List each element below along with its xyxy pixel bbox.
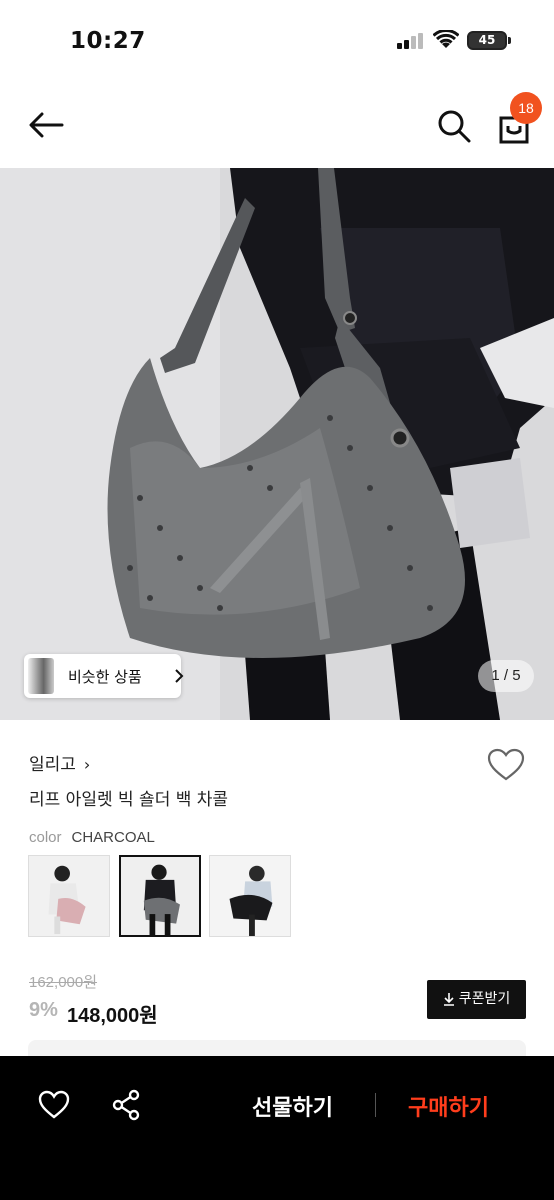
gift-button[interactable]: 선물하기 bbox=[252, 1090, 333, 1122]
chevron-right-icon bbox=[175, 669, 184, 683]
color-label: color bbox=[29, 829, 62, 846]
signal-icon bbox=[397, 33, 423, 49]
brand-name: 일리고 bbox=[29, 755, 76, 775]
status-time: 10:27 bbox=[70, 28, 146, 54]
bottom-action-bar: 선물하기 구매하기 bbox=[0, 1056, 554, 1200]
coupon-label: 쿠폰받기 bbox=[458, 991, 511, 1007]
status-bar: 10:27 45 bbox=[0, 0, 554, 80]
buy-button[interactable]: 구매하기 bbox=[408, 1090, 489, 1122]
coupon-download-button[interactable]: 쿠폰받기 bbox=[427, 980, 526, 1019]
product-title: 리프 아일렛 빅 숄더 백 차콜 bbox=[29, 790, 229, 810]
color-swatch-black[interactable] bbox=[209, 855, 291, 937]
heart-icon[interactable] bbox=[487, 748, 525, 782]
swatch-image bbox=[121, 857, 199, 935]
search-icon[interactable] bbox=[436, 108, 472, 144]
action-divider bbox=[375, 1093, 376, 1117]
battery-tip bbox=[508, 37, 511, 44]
color-option-row: color CHARCOAL bbox=[29, 829, 155, 846]
app-header bbox=[0, 80, 554, 168]
battery-icon: 45 bbox=[467, 31, 507, 50]
heart-icon[interactable] bbox=[38, 1090, 70, 1120]
image-counter: 1 / 5 bbox=[478, 660, 534, 692]
product-photo bbox=[0, 168, 554, 720]
color-value: CHARCOAL bbox=[71, 829, 155, 846]
color-swatch-charcoal[interactable] bbox=[119, 855, 201, 937]
chevron-right-icon: › bbox=[83, 755, 91, 774]
back-arrow-icon[interactable] bbox=[26, 108, 66, 142]
color-swatch-pink[interactable] bbox=[28, 855, 110, 937]
discount-rate: 9% bbox=[29, 999, 58, 1021]
similar-products-button[interactable]: 비슷한 상품 bbox=[24, 654, 184, 698]
similar-products-label: 비슷한 상품 bbox=[68, 668, 142, 686]
cart-count-badge: 18 bbox=[510, 92, 542, 124]
product-hero-image[interactable]: 비슷한 상품 1 / 5 bbox=[0, 168, 554, 720]
original-price: 162,000원 bbox=[29, 974, 98, 991]
swatch-image bbox=[29, 856, 109, 936]
brand-link[interactable]: 일리고 › bbox=[29, 750, 90, 775]
similar-product-thumbnail bbox=[28, 658, 54, 694]
swatch-image bbox=[210, 856, 290, 936]
download-icon bbox=[443, 993, 454, 1006]
wifi-icon bbox=[433, 30, 459, 48]
sale-price: 148,000원 bbox=[67, 1005, 158, 1027]
share-icon[interactable] bbox=[111, 1089, 141, 1121]
